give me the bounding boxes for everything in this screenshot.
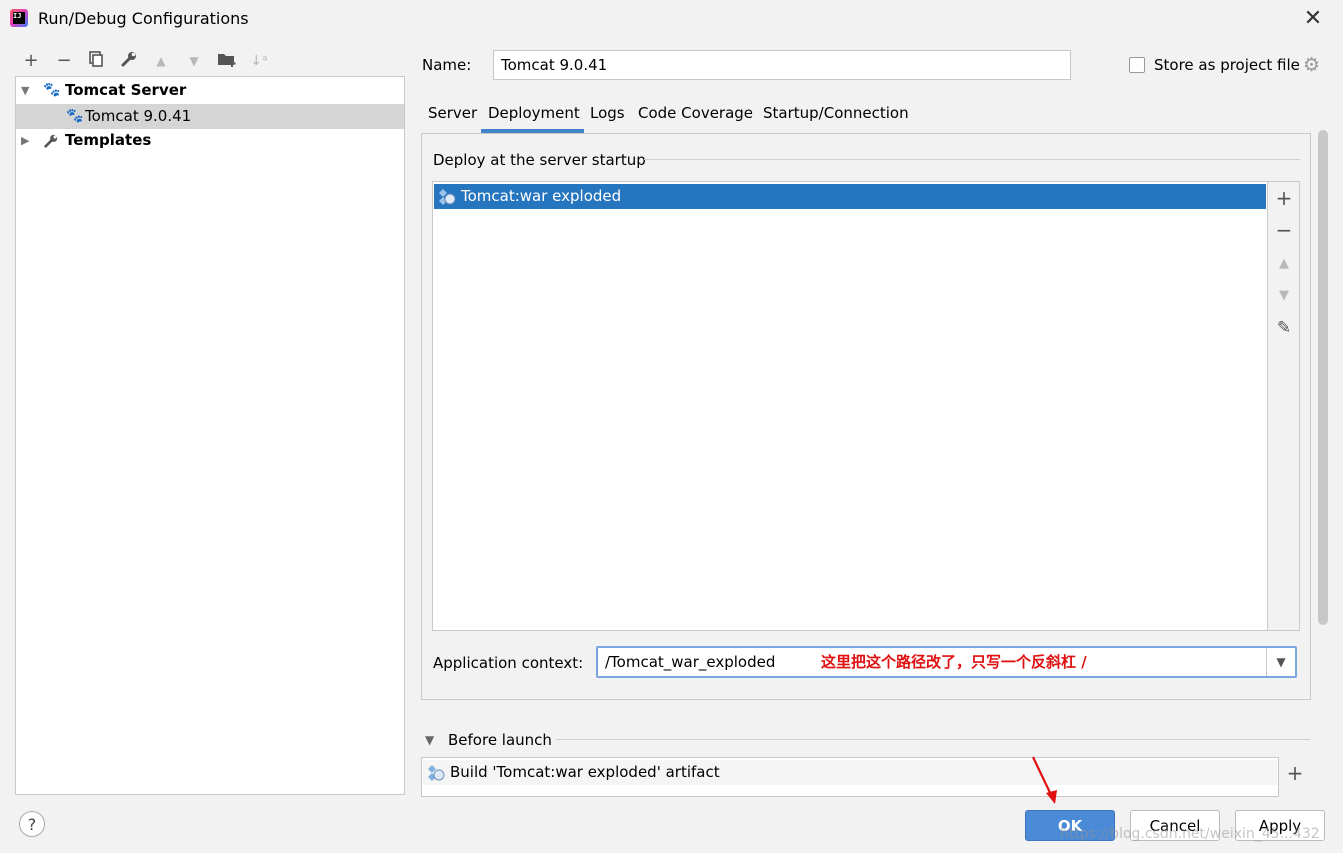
tree-item-tomcat-config[interactable]: 🐾 Tomcat 9.0.41 (16, 104, 404, 129)
artifact-list[interactable]: Tomcat:war exploded (432, 181, 1268, 631)
close-icon[interactable]: ✕ (1299, 6, 1327, 32)
name-label: Name: (422, 56, 472, 74)
store-as-project-checkbox[interactable] (1129, 57, 1145, 73)
tree-item-tomcat-server[interactable]: ▼ 🐾 Tomcat Server (16, 78, 404, 103)
tree-item-label: Tomcat Server (65, 81, 187, 99)
intellij-icon: IJ (10, 9, 28, 27)
artifact-label: Tomcat:war exploded (461, 187, 622, 205)
watermark: https://blog.csdn.net/weixin_45...432 (1060, 826, 1320, 842)
move-up-icon[interactable]: ▲ (1274, 256, 1294, 271)
configuration-tree[interactable]: ▼ 🐾 Tomcat Server 🐾 Tomcat 9.0.41 ▶ Temp… (15, 76, 405, 795)
move-down-icon[interactable]: ▼ (182, 50, 206, 72)
add-icon[interactable]: + (1283, 761, 1307, 785)
tab-startup-connection[interactable]: Startup/Connection (763, 103, 909, 133)
tomcat-icon: 🐾 (66, 108, 84, 124)
window-title: Run/Debug Configurations (38, 9, 249, 28)
chevron-down-icon[interactable]: ▼ (1266, 648, 1295, 676)
tree-item-label: Templates (65, 131, 152, 149)
add-icon[interactable]: + (1274, 186, 1294, 210)
store-as-project-label[interactable]: Store as project file (1154, 56, 1300, 74)
annotation-arrow-icon (1032, 756, 1057, 804)
gear-icon[interactable]: ⚙ (1303, 54, 1320, 76)
scrollbar[interactable] (1318, 130, 1328, 625)
add-icon[interactable]: + (19, 50, 43, 72)
list-item[interactable]: Tomcat:war exploded (434, 184, 1266, 209)
tab-code-coverage[interactable]: Code Coverage (638, 103, 753, 133)
chevron-down-icon[interactable]: ▼ (425, 733, 434, 747)
remove-icon[interactable]: − (1274, 218, 1294, 242)
artifact-toolbar: + − ▲ ▼ ✎ (1268, 181, 1300, 631)
help-button[interactable]: ? (19, 811, 45, 837)
new-folder-icon[interactable] (215, 50, 239, 72)
wrench-icon (43, 128, 59, 153)
tab-server[interactable]: Server (428, 103, 477, 133)
list-item[interactable]: Build 'Tomcat:war exploded' artifact (423, 760, 1277, 785)
chevron-down-icon[interactable]: ▼ (21, 78, 29, 103)
artifact-icon (427, 764, 445, 782)
wrench-icon[interactable] (117, 50, 141, 72)
application-context-value[interactable]: /Tomcat_war_exploded (605, 648, 775, 676)
tab-logs[interactable]: Logs (590, 103, 625, 133)
annotation-text: 这里把这个路径改了，只写一个反斜杠 / (821, 653, 1087, 671)
move-up-icon[interactable]: ▲ (149, 50, 173, 72)
tomcat-icon: 🐾 (43, 82, 61, 98)
deploy-section-title: Deploy at the server startup (433, 151, 646, 169)
tree-item-label: Tomcat 9.0.41 (85, 107, 192, 125)
remove-icon[interactable]: − (52, 50, 76, 72)
edit-icon[interactable]: ✎ (1274, 318, 1294, 338)
task-label: Build 'Tomcat:war exploded' artifact (450, 763, 720, 781)
chevron-right-icon[interactable]: ▶ (21, 128, 29, 153)
name-input[interactable]: Tomcat 9.0.41 (493, 50, 1071, 80)
before-launch-list[interactable]: Build 'Tomcat:war exploded' artifact (421, 757, 1279, 797)
application-context-label: Application context: (433, 654, 584, 672)
section-divider (644, 159, 1300, 160)
section-divider (556, 739, 1310, 740)
copy-icon[interactable] (84, 50, 108, 72)
sort-icon[interactable]: ↓ᵃ (247, 50, 271, 72)
tree-item-templates[interactable]: ▶ Templates (16, 128, 404, 153)
application-context-combobox[interactable]: /Tomcat_war_exploded 这里把这个路径改了，只写一个反斜杠 /… (596, 646, 1297, 678)
artifact-icon (438, 188, 456, 206)
before-launch-title[interactable]: Before launch (448, 731, 552, 749)
move-down-icon[interactable]: ▼ (1274, 288, 1294, 303)
